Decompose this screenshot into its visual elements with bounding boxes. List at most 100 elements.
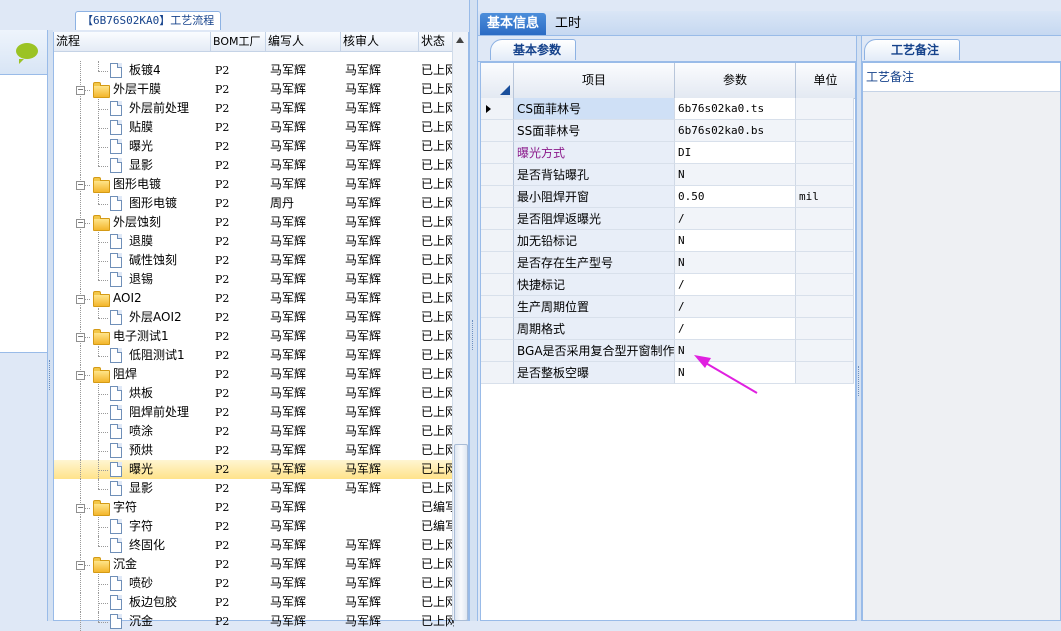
tree-row[interactable]: − 外层蚀刻 P2 马军辉 马军辉 已上网 xyxy=(54,213,454,232)
param-row[interactable]: SS面菲林号 6b76s02ka0.bs xyxy=(481,120,855,142)
collapse-toggle-icon[interactable]: − xyxy=(76,86,85,95)
row-header[interactable] xyxy=(481,208,514,230)
row-header[interactable] xyxy=(481,230,514,252)
row-header[interactable] xyxy=(481,274,514,296)
param-row[interactable]: 快捷标记 / xyxy=(481,274,855,296)
param-row[interactable]: 是否阻焊返曝光 / xyxy=(481,208,855,230)
tree-row[interactable]: 终固化 P2 马军辉 马军辉 已上网 xyxy=(54,536,454,555)
tab-basic-info[interactable]: 基本信息 xyxy=(480,13,547,35)
col-header-item[interactable]: 项目 xyxy=(514,63,675,98)
col-header-reviewer[interactable]: 核审人 xyxy=(341,32,419,51)
param-value-field[interactable]: 6b76s02ka0.bs xyxy=(675,120,796,142)
tree-row[interactable]: 字符 P2 马军辉 已编写 xyxy=(54,517,454,536)
param-value-field[interactable]: / xyxy=(675,318,796,340)
tree-row[interactable]: 退锡 P2 马军辉 马军辉 已上网 xyxy=(54,270,454,289)
collapse-toggle-icon[interactable]: − xyxy=(76,504,85,513)
param-value-field[interactable]: N xyxy=(675,340,796,362)
col-header-param[interactable]: 参数 xyxy=(675,63,796,98)
tree-row[interactable]: − 阻焊 P2 马军辉 马军辉 已上网 xyxy=(54,365,454,384)
tree-row[interactable]: 显影 P2 马军辉 马军辉 已上网 xyxy=(54,156,454,175)
param-row[interactable]: 是否整板空曝 N xyxy=(481,362,855,384)
tree-row[interactable]: 沉金 P2 马军辉 马军辉 已上网 xyxy=(54,612,454,631)
tree-row[interactable]: − 外层干膜 P2 马军辉 马军辉 已上网 xyxy=(54,80,454,99)
param-row[interactable]: 是否背钻曝孔 N xyxy=(481,164,855,186)
col-header-status[interactable]: 状态 xyxy=(419,32,454,51)
collapse-toggle-icon[interactable]: − xyxy=(76,295,85,304)
param-value-field[interactable]: 6b76s02ka0.ts xyxy=(675,98,796,120)
param-row[interactable]: 生产周期位置 / xyxy=(481,296,855,318)
scroll-up-arrow-icon[interactable] xyxy=(456,37,464,43)
top-collapse-strip[interactable] xyxy=(478,0,1061,11)
row-header[interactable] xyxy=(481,340,514,362)
param-value-field[interactable]: / xyxy=(675,274,796,296)
tree-row[interactable]: 板边包胶 P2 马军辉 马军辉 已上网 xyxy=(54,593,454,612)
tree-row[interactable]: 图形电镀 P2 周丹 马军辉 已上网 xyxy=(54,194,454,213)
row-header[interactable] xyxy=(481,318,514,340)
row-header[interactable] xyxy=(481,186,514,208)
current-row-indicator-icon[interactable] xyxy=(481,98,514,120)
middle-splitter[interactable] xyxy=(469,0,478,621)
tab-process-remark[interactable]: 工艺备注 xyxy=(864,39,961,60)
col-header-unit[interactable]: 单位 xyxy=(796,63,855,98)
tree-row[interactable]: 阻焊前处理 P2 马军辉 马军辉 已上网 xyxy=(54,403,454,422)
param-row[interactable]: 最小阻焊开窗 0.50 mil xyxy=(481,186,855,208)
tree-row[interactable]: 预烘 P2 马军辉 马军辉 已上网 xyxy=(54,441,454,460)
param-value-field[interactable]: / xyxy=(675,208,796,230)
collapse-toggle-icon[interactable]: − xyxy=(76,333,85,342)
tree-row[interactable]: 外层前处理 P2 马军辉 马军辉 已上网 xyxy=(54,99,454,118)
tab-process-flow[interactable]: 【6B76S02KA0】工艺流程 xyxy=(75,11,222,30)
collapse-toggle-icon[interactable]: − xyxy=(76,219,85,228)
param-value-field[interactable]: N xyxy=(675,230,796,252)
param-value-field[interactable]: 0.50 xyxy=(675,186,796,208)
tree-row[interactable]: 喷砂 P2 马军辉 马军辉 已上网 xyxy=(54,574,454,593)
tree-row[interactable]: 曝光 P2 马军辉 马军辉 已上网 xyxy=(54,137,454,156)
collapse-toggle-icon[interactable]: − xyxy=(76,181,85,190)
tree-row[interactable]: 低阻测试1 P2 马军辉 马军辉 已上网 xyxy=(54,346,454,365)
tree-row[interactable]: − 图形电镀 P2 马军辉 马军辉 已上网 xyxy=(54,175,454,194)
param-row[interactable]: CS面菲林号 6b76s02ka0.ts xyxy=(481,98,855,120)
tree-row[interactable]: 碱性蚀刻 P2 马军辉 马军辉 已上网 xyxy=(54,251,454,270)
tree-row[interactable]: − 沉金 P2 马军辉 马军辉 已上网 xyxy=(54,555,454,574)
tree-row[interactable]: − 电子测试1 P2 马军辉 马军辉 已上网 xyxy=(54,327,454,346)
param-value-field[interactable]: / xyxy=(675,296,796,318)
chat-bubble-icon[interactable] xyxy=(16,43,38,64)
tree-row[interactable]: − AOI2 P2 马军辉 马军辉 已上网 xyxy=(54,289,454,308)
col-header-writer[interactable]: 编写人 xyxy=(266,32,341,51)
param-row[interactable]: 加无铅标记 N xyxy=(481,230,855,252)
tree-row[interactable]: 喷涂 P2 马军辉 马军辉 已上网 xyxy=(54,422,454,441)
row-header[interactable] xyxy=(481,252,514,274)
tree-row[interactable]: 显影 P2 马军辉 马军辉 已上网 xyxy=(54,479,454,498)
row-header[interactable] xyxy=(481,142,514,164)
col-header-flow[interactable]: 流程 xyxy=(54,32,211,51)
tab-work-hours[interactable]: 工时 xyxy=(548,13,588,35)
param-value-field[interactable]: N xyxy=(675,164,796,186)
param-value-field[interactable]: N xyxy=(675,362,796,384)
row-header[interactable] xyxy=(481,120,514,142)
row-header[interactable] xyxy=(481,296,514,318)
param-row[interactable]: 周期格式 / xyxy=(481,318,855,340)
tree-row[interactable]: 曝光 P2 马军辉 马军辉 已上网 xyxy=(54,460,454,479)
tree-row[interactable]: 贴膜 P2 马军辉 马军辉 已上网 xyxy=(54,118,454,137)
row-header[interactable] xyxy=(481,362,514,384)
status: 已上网 xyxy=(421,481,454,495)
tree-row[interactable]: − 字符 P2 马军辉 已编写 xyxy=(54,498,454,517)
param-row[interactable]: BGA是否采用复合型开窗制作 N xyxy=(481,340,855,362)
tab-basic-params[interactable]: 基本参数 xyxy=(490,39,577,60)
param-value-field[interactable]: DI xyxy=(675,142,796,164)
param-value-field[interactable]: N xyxy=(675,252,796,274)
tree-row[interactable]: 外层AOI2 P2 马军辉 马军辉 已上网 xyxy=(54,308,454,327)
param-row[interactable]: 是否存在生产型号 N xyxy=(481,252,855,274)
param-row[interactable]: 曝光方式 DI xyxy=(481,142,855,164)
row-header[interactable] xyxy=(481,164,514,186)
scroll-thumb[interactable] xyxy=(454,444,468,621)
tree-line xyxy=(80,118,81,137)
collapse-toggle-icon[interactable]: − xyxy=(76,371,85,380)
tree-row[interactable]: 退膜 P2 马军辉 马军辉 已上网 xyxy=(54,232,454,251)
tree-row[interactable]: 板镀4 P2 马军辉 马军辉 已上网 xyxy=(54,61,454,80)
tree-line xyxy=(98,318,108,319)
tree-row[interactable]: 烘板 P2 马军辉 马军辉 已上网 xyxy=(54,384,454,403)
tree-scrollbar[interactable] xyxy=(452,32,468,621)
collapse-toggle-icon[interactable]: − xyxy=(76,561,85,570)
col-header-bom-factory[interactable]: BOM工厂 xyxy=(211,32,266,51)
grid-corner[interactable] xyxy=(481,63,514,98)
